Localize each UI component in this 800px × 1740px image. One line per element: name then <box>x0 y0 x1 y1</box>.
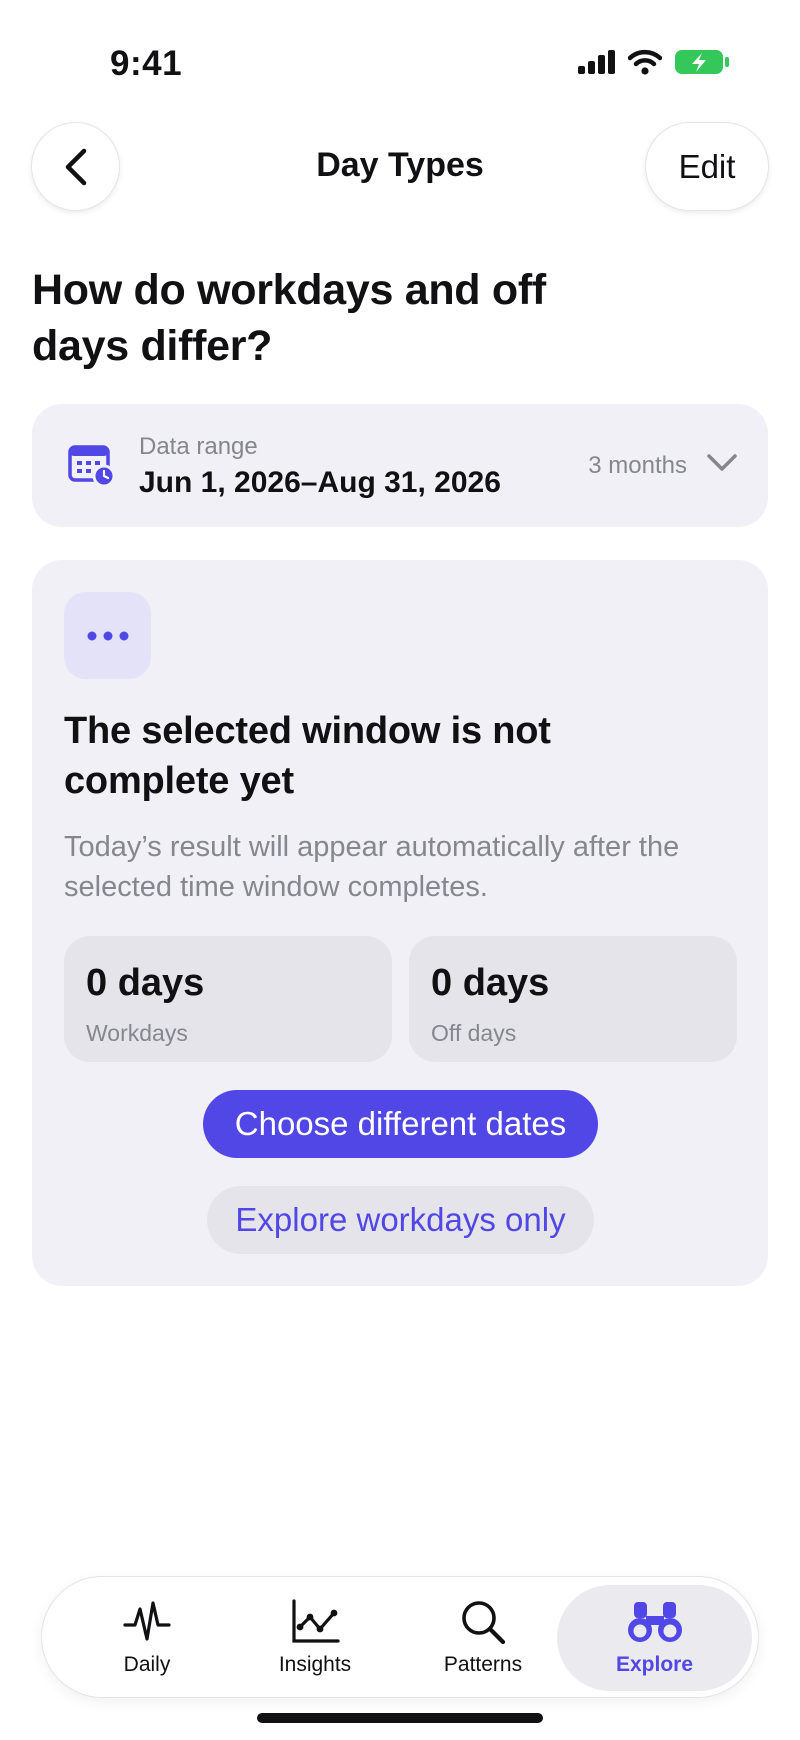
range-label: Data range <box>139 433 258 460</box>
line-chart-icon <box>292 1599 340 1643</box>
choose-dates-button[interactable]: Choose different dates <box>203 1090 598 1158</box>
chevron-down-icon <box>707 454 737 471</box>
stat-value: 0 days <box>86 962 205 1004</box>
magnifier-icon <box>462 1601 506 1645</box>
status-icons <box>578 48 730 76</box>
question-heading: How do workdays and off days differ? <box>32 266 546 370</box>
home-indicator <box>257 1713 543 1723</box>
nav-bar: Day Types Edit <box>0 122 800 212</box>
workdays-stat: 0 days Workdays <box>64 936 392 1062</box>
stat-value: 0 days <box>431 962 550 1004</box>
signal-icon <box>578 50 615 74</box>
edit-button[interactable]: Edit <box>645 122 769 211</box>
tab-label: Daily <box>123 1653 171 1676</box>
range-value: Jun 1, 2026–Aug 31, 2026 <box>139 466 501 499</box>
date-range-selector[interactable]: Data range Jun 1, 2026–Aug 31, 2026 3 mo… <box>32 404 768 527</box>
card-title: The selected window is not complete yet <box>64 710 551 802</box>
tab-insights[interactable]: Insights <box>231 1585 399 1691</box>
tab-daily[interactable]: Daily <box>63 1585 231 1691</box>
explore-workdays-button[interactable]: Explore workdays only <box>207 1186 594 1254</box>
wifi-icon <box>628 49 662 75</box>
calendar-icon <box>68 445 116 488</box>
incomplete-window-card: The selected window is not complete yet … <box>32 560 768 1286</box>
stat-label: Off days <box>431 1020 517 1046</box>
tab-label: Explore <box>615 1653 694 1676</box>
tab-label: Insights <box>278 1653 352 1676</box>
tab-patterns[interactable]: Patterns <box>399 1585 567 1691</box>
tab-bar: Daily Insights Patterns Explore <box>41 1576 759 1698</box>
binoculars-icon <box>627 1602 682 1642</box>
heartbeat-icon <box>123 1601 171 1641</box>
tab-label: Patterns <box>443 1653 523 1676</box>
tab-explore[interactable]: Explore <box>557 1585 752 1691</box>
battery-charging-icon <box>675 50 729 74</box>
pending-badge <box>64 592 151 679</box>
range-duration: 3 months <box>588 452 687 479</box>
ellipsis-icon <box>87 631 128 640</box>
card-description: Today’s result will appear automatically… <box>64 831 680 903</box>
status-bar: 9:41 <box>0 0 800 120</box>
stat-label: Workdays <box>86 1020 188 1046</box>
screen: 9:41 Day Types Edit How do workdays and … <box>0 0 800 1740</box>
status-time: 9:41 <box>110 44 183 83</box>
off-days-stat: 0 days Off days <box>409 936 737 1062</box>
